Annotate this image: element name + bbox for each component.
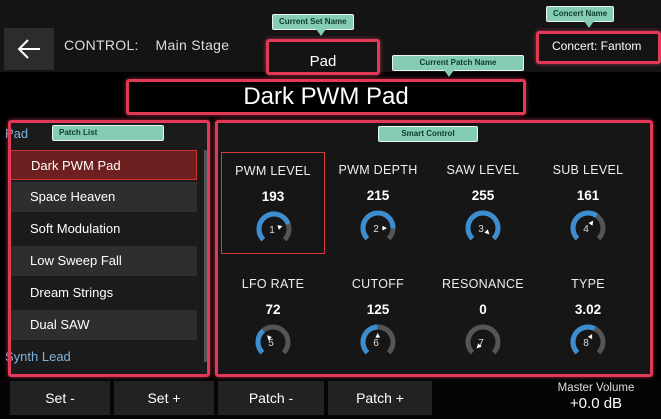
scene-name: Main Stage: [155, 37, 230, 53]
control-caption: CONTROL:: [64, 37, 139, 53]
smart-control-highlight: [215, 120, 653, 377]
master-volume-label: Master Volume: [557, 382, 635, 394]
patch-minus-button[interactable]: Patch -: [218, 381, 324, 415]
callout-current-set-name: Current Set Name: [272, 14, 354, 30]
callout-tail: [444, 70, 454, 77]
patch-plus-button[interactable]: Patch +: [328, 381, 432, 415]
master-volume-value[interactable]: +0.0 dB: [546, 395, 646, 412]
concert-name-highlight: [536, 31, 661, 64]
back-arrow-icon: [17, 39, 40, 59]
callout-current-patch-name: Current Patch Name: [392, 55, 524, 71]
patch-name-highlight: [126, 79, 526, 115]
set-name-highlight: [266, 39, 380, 75]
back-button[interactable]: [4, 28, 54, 70]
callout-concert-name: Concert Name: [546, 6, 615, 22]
patch-list-highlight: [8, 120, 210, 377]
callout-tail: [584, 21, 594, 28]
set-plus-button[interactable]: Set +: [114, 381, 214, 415]
set-minus-button[interactable]: Set -: [10, 381, 110, 415]
control-label: CONTROL: Main Stage: [64, 37, 229, 53]
callout-tail: [316, 29, 326, 36]
